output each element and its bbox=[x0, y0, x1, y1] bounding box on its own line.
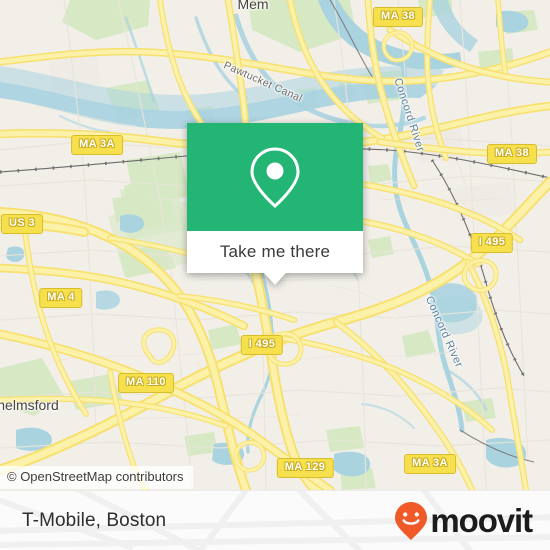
highway-shield: MA 4 bbox=[39, 288, 83, 308]
highway-shield: MA 129 bbox=[276, 458, 334, 478]
highway-shield: I 495 bbox=[240, 335, 284, 355]
map-screen: .w { fill:#aad3e0; } .wl { stroke:#aad3e… bbox=[0, 0, 550, 550]
place-popup-card[interactable]: Take me there bbox=[187, 123, 363, 285]
highway-shield: MA 38 bbox=[373, 7, 423, 27]
take-me-there-label: Take me there bbox=[219, 242, 331, 261]
moovit-pin-icon bbox=[395, 501, 428, 540]
moovit-wordmark: moovit bbox=[430, 502, 533, 539]
map-label: helmsford bbox=[0, 397, 59, 413]
popup-photo bbox=[187, 123, 363, 231]
take-me-there-button[interactable]: Take me there bbox=[187, 231, 363, 285]
moovit-brand[interactable]: moovit bbox=[394, 501, 533, 541]
highway-shield: I 495 bbox=[470, 233, 514, 253]
map-label: Mem bbox=[237, 0, 269, 12]
highway-shield: US 3 bbox=[0, 214, 44, 234]
highway-shield: MA 3A bbox=[71, 135, 123, 155]
bottom-bar: T-Mobile, Boston moovit bbox=[0, 490, 550, 550]
highway-shield: MA 3A bbox=[404, 454, 456, 474]
place-title: T-Mobile, Boston bbox=[22, 509, 167, 531]
map-pin-icon bbox=[250, 147, 300, 209]
highway-shield: MA 38 bbox=[487, 144, 537, 164]
osm-attribution[interactable]: © OpenStreetMap contributors bbox=[0, 466, 193, 489]
map-canvas[interactable]: .w { fill:#aad3e0; } .wl { stroke:#aad3e… bbox=[0, 0, 550, 490]
highway-shield: MA 110 bbox=[118, 373, 174, 393]
popup-pointer-tail bbox=[264, 273, 286, 285]
